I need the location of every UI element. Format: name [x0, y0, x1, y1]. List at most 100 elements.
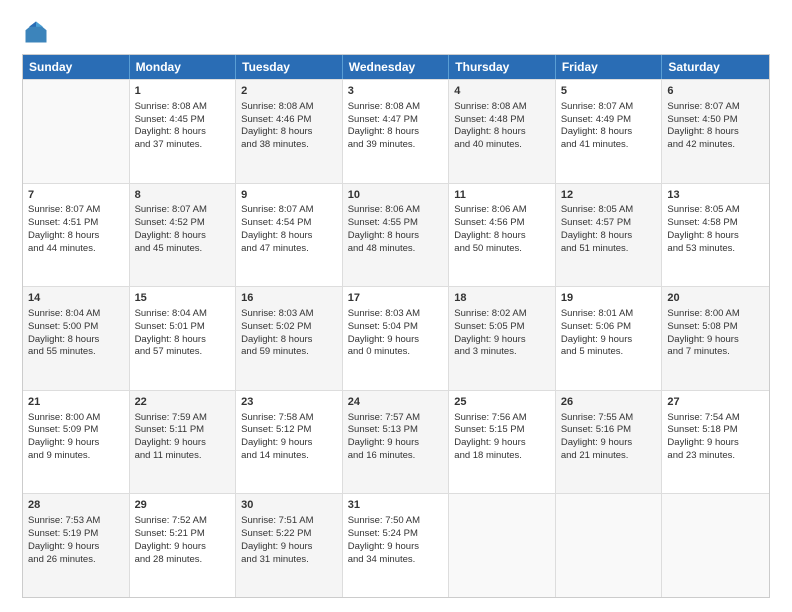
day-info-line: Daylight: 9 hours — [561, 334, 657, 347]
day-info-line: Sunset: 5:12 PM — [241, 424, 337, 437]
day-info-line: Daylight: 9 hours — [28, 541, 124, 554]
calendar-cell: 20Sunrise: 8:00 AMSunset: 5:08 PMDayligh… — [662, 287, 769, 390]
day-info-line: Sunset: 4:57 PM — [561, 217, 657, 230]
day-info-line: Sunrise: 8:04 AM — [28, 308, 124, 321]
day-info-line: Sunrise: 7:54 AM — [667, 412, 764, 425]
day-info-line: and 21 minutes. — [561, 450, 657, 463]
day-number: 7 — [28, 188, 124, 203]
day-info-line: and 47 minutes. — [241, 243, 337, 256]
calendar-cell: 25Sunrise: 7:56 AMSunset: 5:15 PMDayligh… — [449, 391, 556, 494]
calendar-cell: 19Sunrise: 8:01 AMSunset: 5:06 PMDayligh… — [556, 287, 663, 390]
calendar-cell: 24Sunrise: 7:57 AMSunset: 5:13 PMDayligh… — [343, 391, 450, 494]
day-number: 25 — [454, 395, 550, 410]
day-number: 4 — [454, 84, 550, 99]
day-number: 3 — [348, 84, 444, 99]
day-info-line: and 23 minutes. — [667, 450, 764, 463]
day-info-line: Sunset: 4:46 PM — [241, 114, 337, 127]
day-info-line: Daylight: 8 hours — [241, 126, 337, 139]
day-info-line: Sunset: 5:19 PM — [28, 528, 124, 541]
day-info-line: Daylight: 9 hours — [454, 334, 550, 347]
calendar-cell: 26Sunrise: 7:55 AMSunset: 5:16 PMDayligh… — [556, 391, 663, 494]
day-info-line: Sunrise: 8:06 AM — [454, 204, 550, 217]
day-info-line: Daylight: 9 hours — [241, 437, 337, 450]
day-info-line: and 38 minutes. — [241, 139, 337, 152]
day-info-line: Sunrise: 7:59 AM — [135, 412, 231, 425]
day-info-line: Sunset: 5:00 PM — [28, 321, 124, 334]
day-info-line: and 41 minutes. — [561, 139, 657, 152]
calendar-row-3: 14Sunrise: 8:04 AMSunset: 5:00 PMDayligh… — [23, 286, 769, 390]
calendar-cell — [449, 494, 556, 597]
calendar-cell: 22 Sunrise: 7:59 AMSunset: 5:11 PMDayligh… — [130, 391, 237, 494]
day-number: 22 — [135, 395, 231, 410]
day-number: 30 — [241, 498, 337, 513]
day-info-line: and 18 minutes. — [454, 450, 550, 463]
calendar-cell: 27Sunrise: 7:54 AMSunset: 5:18 PMDayligh… — [662, 391, 769, 494]
day-info-line: Sunrise: 8:07 AM — [135, 204, 231, 217]
calendar-cell: 1 Sunrise: 8:08 AMSunset: 4:45 PMDaylight… — [130, 80, 237, 183]
day-info-line: and 53 minutes. — [667, 243, 764, 256]
day-info-line: Sunset: 5:02 PM — [241, 321, 337, 334]
calendar-cell: 15Sunrise: 8:04 AMSunset: 5:01 PMDayligh… — [130, 287, 237, 390]
day-info-line: Sunrise: 7:57 AM — [348, 412, 444, 425]
day-info-line: Sunset: 5:01 PM — [135, 321, 231, 334]
day-info-line: and 57 minutes. — [135, 346, 231, 359]
day-info-line: Daylight: 8 hours — [454, 126, 550, 139]
day-number: 31 — [348, 498, 444, 513]
day-number: 8 — [135, 188, 231, 203]
calendar: SundayMondayTuesdayWednesdayThursdayFrid… — [22, 54, 770, 598]
day-info-line: and 39 minutes. — [348, 139, 444, 152]
day-info-line: Sunset: 4:48 PM — [454, 114, 550, 127]
day-info-line: and 42 minutes. — [667, 139, 764, 152]
day-info-line: Sunrise: 8:08 AM — [135, 101, 231, 114]
day-number: 6 — [667, 84, 764, 99]
day-info-line: Daylight: 9 hours — [667, 334, 764, 347]
calendar-cell: 21Sunrise: 8:00 AMSunset: 5:09 PMDayligh… — [23, 391, 130, 494]
day-info-line: and 45 minutes. — [135, 243, 231, 256]
day-info-line: Sunrise: 8:03 AM — [348, 308, 444, 321]
day-info-line: Sunrise: 7:50 AM — [348, 515, 444, 528]
day-info-line: Sunrise: 8:07 AM — [241, 204, 337, 217]
day-info-line: Daylight: 9 hours — [348, 541, 444, 554]
day-info-line: Daylight: 8 hours — [28, 230, 124, 243]
day-info-line: Daylight: 9 hours — [28, 437, 124, 450]
day-info-line: Sunset: 4:52 PM — [135, 217, 231, 230]
day-info-line: and 26 minutes. — [28, 554, 124, 567]
day-info-line: Sunset: 5:15 PM — [454, 424, 550, 437]
calendar-row-5: 28Sunrise: 7:53 AMSunset: 5:19 PMDayligh… — [23, 493, 769, 597]
day-info-line: and 40 minutes. — [454, 139, 550, 152]
day-info-line: Sunrise: 8:05 AM — [667, 204, 764, 217]
day-info-line: Sunset: 5:08 PM — [667, 321, 764, 334]
day-number: 27 — [667, 395, 764, 410]
day-info-line: Daylight: 8 hours — [135, 334, 231, 347]
day-info-line: Sunrise: 8:08 AM — [348, 101, 444, 114]
calendar-cell: 6Sunrise: 8:07 AMSunset: 4:50 PMDaylight… — [662, 80, 769, 183]
day-info-line: Sunset: 5:11 PM — [135, 424, 231, 437]
day-info-line: Sunset: 4:50 PM — [667, 114, 764, 127]
day-info-line: Sunrise: 8:06 AM — [348, 204, 444, 217]
day-info-line: and 31 minutes. — [241, 554, 337, 567]
calendar-cell: 16 Sunrise: 8:03 AMSunset: 5:02 PMDayligh… — [236, 287, 343, 390]
day-info-line: Daylight: 8 hours — [241, 334, 337, 347]
day-number: 13 — [667, 188, 764, 203]
day-info-line: Daylight: 8 hours — [561, 126, 657, 139]
day-info-line: Daylight: 9 hours — [135, 437, 231, 450]
day-info-line: Daylight: 8 hours — [135, 126, 231, 139]
day-info-line: Sunset: 5:24 PM — [348, 528, 444, 541]
day-info-line: Sunset: 4:45 PM — [135, 114, 231, 127]
calendar-cell: 2Sunrise: 8:08 AMSunset: 4:46 PMDaylight… — [236, 80, 343, 183]
logo — [22, 18, 54, 46]
day-info-line: Sunrise: 7:53 AM — [28, 515, 124, 528]
day-info-line: and 48 minutes. — [348, 243, 444, 256]
day-number: 1 — [135, 84, 231, 99]
day-number: 12 — [561, 188, 657, 203]
day-info-line: and 5 minutes. — [561, 346, 657, 359]
calendar-cell: 5Sunrise: 8:07 AMSunset: 4:49 PMDaylight… — [556, 80, 663, 183]
day-info-line: Sunrise: 8:03 AM — [241, 308, 337, 321]
day-info-line: Sunset: 4:58 PM — [667, 217, 764, 230]
page: SundayMondayTuesdayWednesdayThursdayFrid… — [0, 0, 792, 612]
day-info-line: and 28 minutes. — [135, 554, 231, 567]
day-info-line: Sunrise: 7:52 AM — [135, 515, 231, 528]
day-info-line: Daylight: 9 hours — [561, 437, 657, 450]
header — [22, 18, 770, 46]
day-number: 16 — [241, 291, 337, 306]
